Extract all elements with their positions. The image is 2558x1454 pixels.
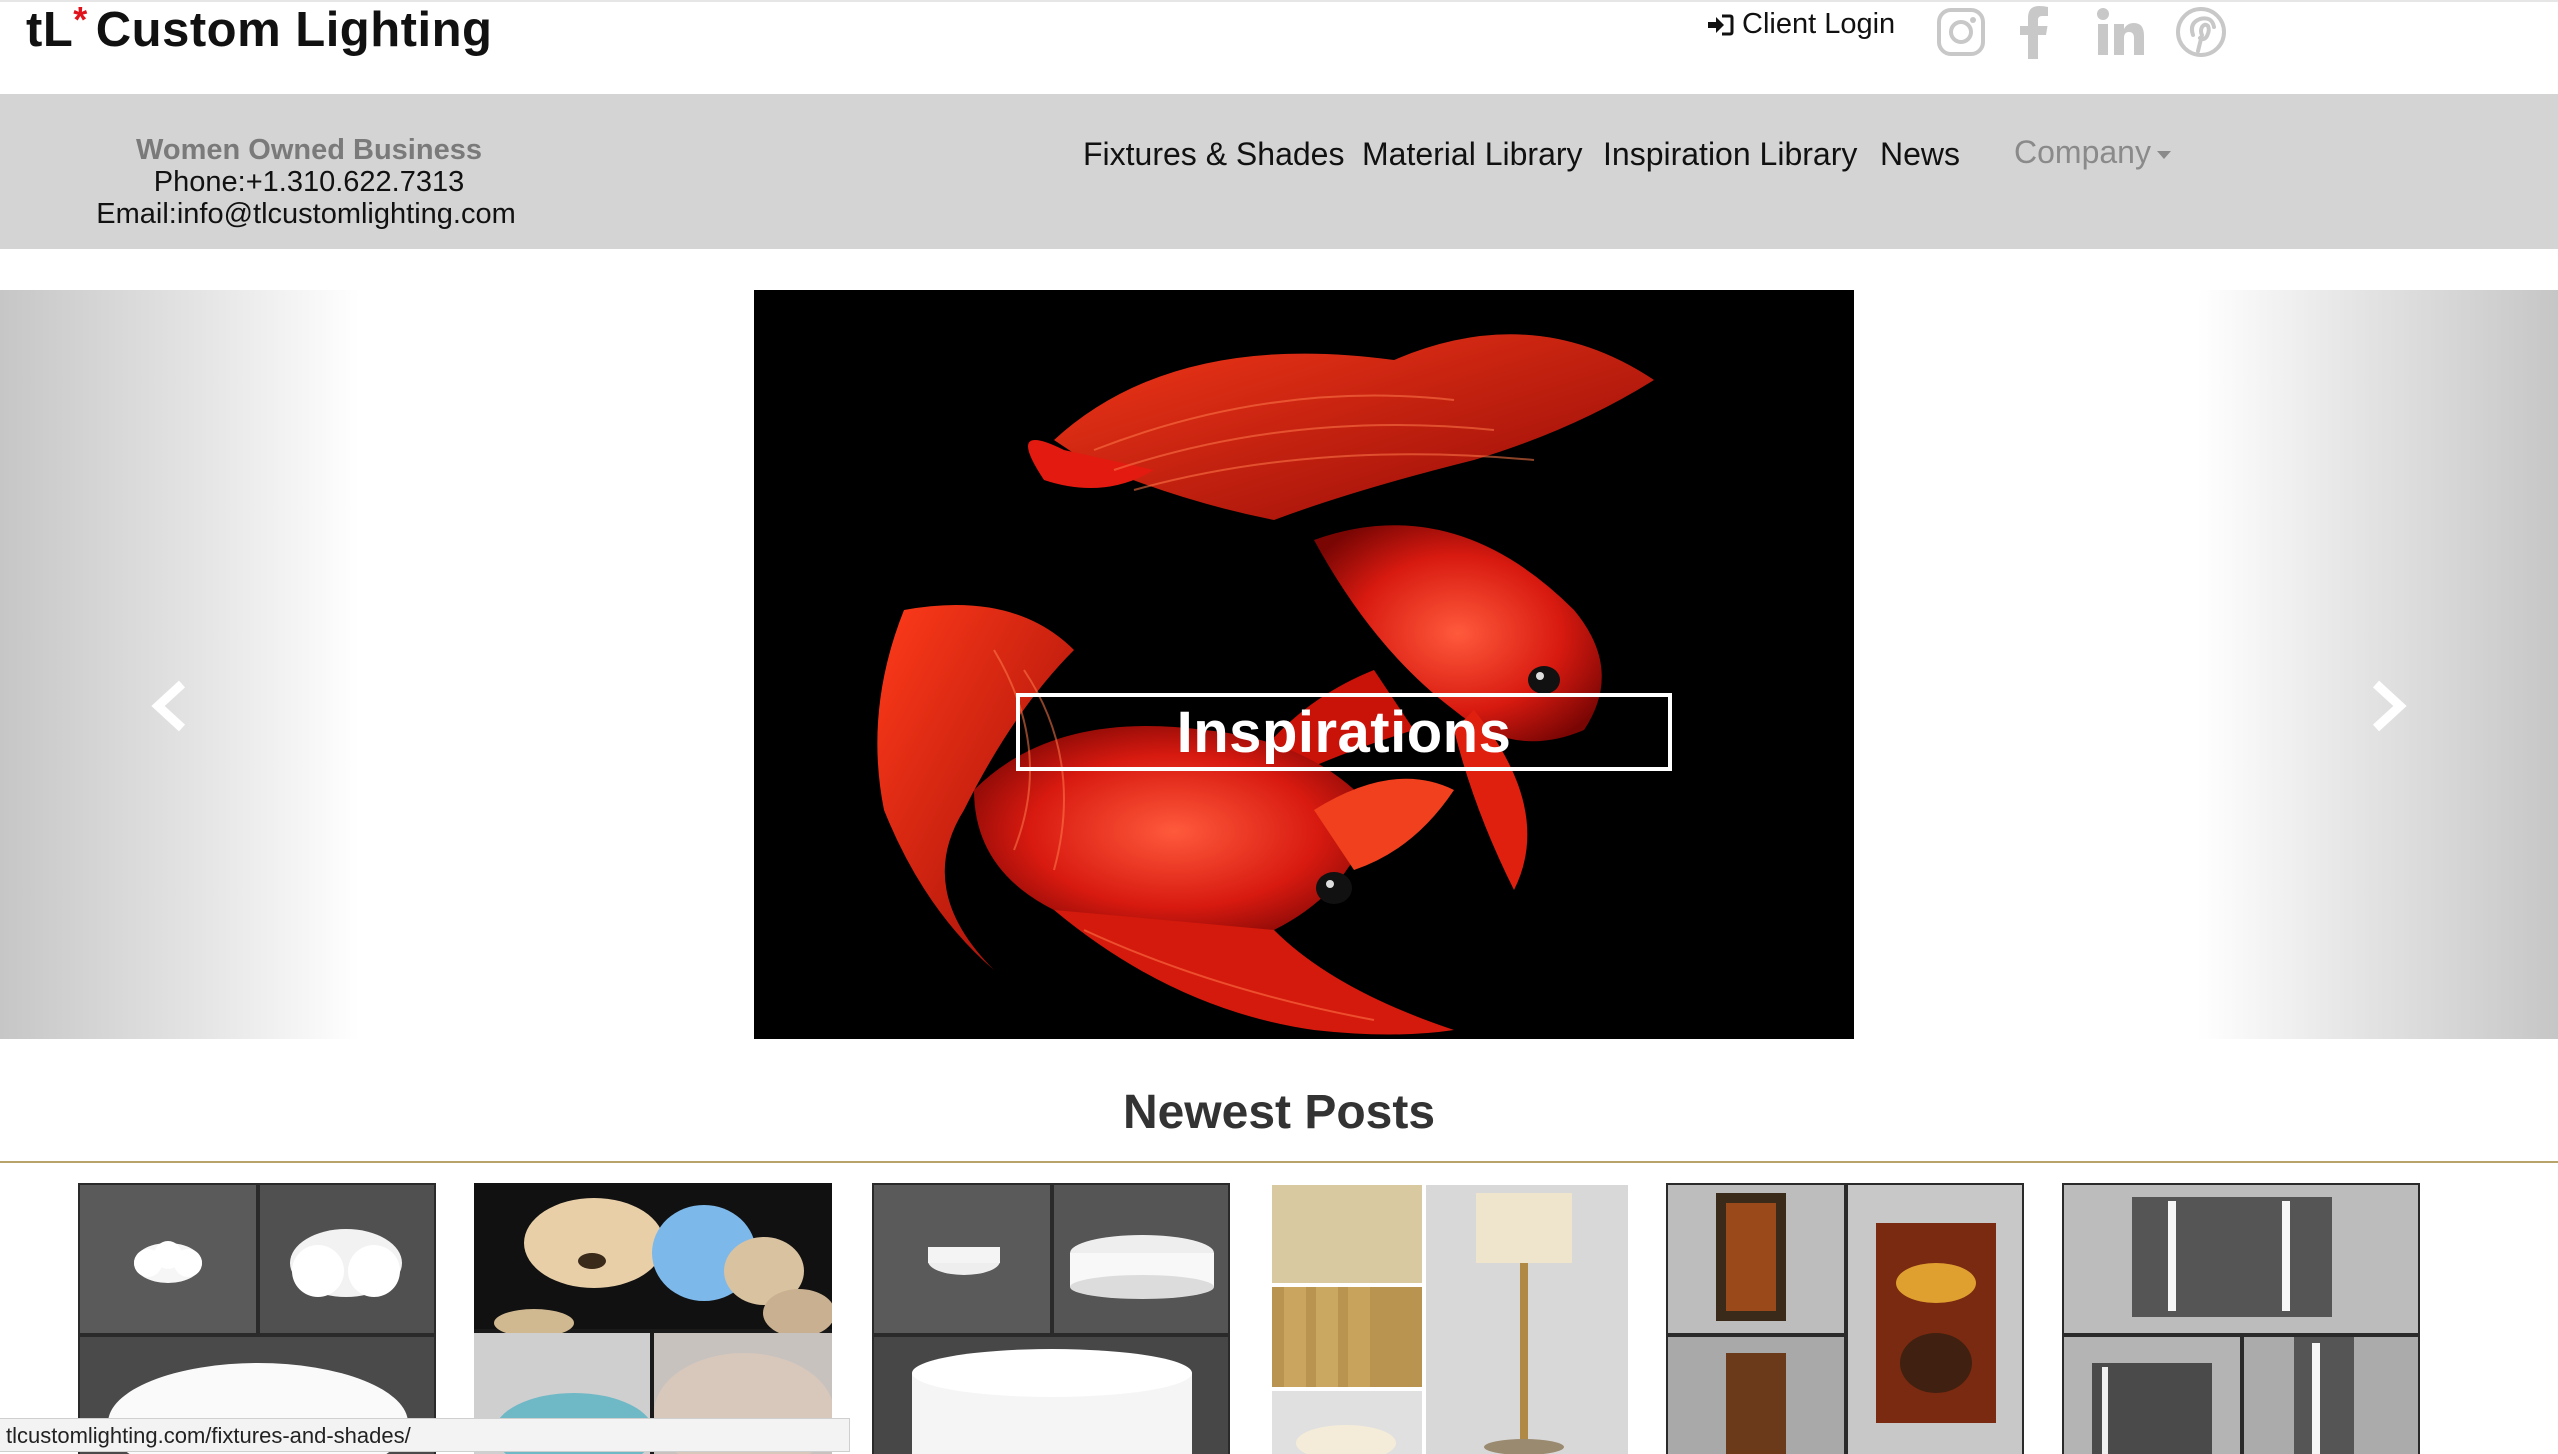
- linkedin-icon[interactable]: [2094, 2, 2148, 62]
- nav-news[interactable]: News: [1880, 136, 1960, 173]
- ceiling-fixture-image: [78, 1183, 436, 1454]
- backlit-panel-image: [1666, 1183, 2024, 1454]
- post-thumbnail[interactable]: [1666, 1183, 2024, 1454]
- carousel-caption-button[interactable]: Inspirations: [1016, 693, 1672, 771]
- logo-name: Custom Lighting: [95, 3, 493, 57]
- nav-news-label[interactable]: News: [1880, 136, 1960, 173]
- carousel-next-button[interactable]: [2198, 290, 2558, 1039]
- browser-status-bar: tlcustomlighting.com/fixtures-and-shades…: [0, 1418, 850, 1452]
- nav-fixtures-shades[interactable]: Fixtures & Shades: [1083, 136, 1344, 173]
- drum-fixture-image: [872, 1183, 1230, 1454]
- sign-in-icon: [1708, 14, 1734, 35]
- betta-fish-image: [754, 290, 1854, 1039]
- nav-material-library-label[interactable]: Material Library: [1362, 136, 1583, 173]
- company-dropdown[interactable]: Company: [2014, 134, 2171, 171]
- hero-carousel: Inspirations: [0, 290, 2558, 1039]
- client-login-link[interactable]: Client Login: [1706, 8, 1895, 41]
- logo-prefix: tL: [26, 3, 74, 57]
- carousel-prev-button[interactable]: [0, 290, 360, 1039]
- site-logo[interactable]: tL* Custom Lighting: [26, 0, 493, 62]
- post-thumbnail[interactable]: [78, 1183, 436, 1454]
- carousel-caption: Inspirations: [1176, 699, 1512, 765]
- main-navbar: Women Owned Business Phone:+1.310.622.73…: [0, 94, 2558, 249]
- lantern-shades-image: [474, 1183, 832, 1454]
- chevron-left-icon: [151, 680, 186, 732]
- newest-posts-heading: Newest Posts: [1122, 1086, 1436, 1139]
- company-label: Company: [2014, 134, 2151, 170]
- bamboo-lamp-image: [1270, 1183, 1628, 1454]
- nav-inspiration-library[interactable]: Inspiration Library: [1603, 136, 1857, 173]
- nav-fixtures-shades-label[interactable]: Fixtures & Shades: [1083, 136, 1344, 173]
- caret-down-icon: [2156, 150, 2171, 159]
- instagram-icon[interactable]: [1934, 2, 1988, 62]
- post-thumbnail[interactable]: [2062, 1183, 2420, 1454]
- top-bar: tL* Custom Lighting Client Login: [0, 0, 2558, 96]
- post-thumbnail[interactable]: [1270, 1183, 1628, 1454]
- client-login-label: Client Login: [1742, 8, 1896, 40]
- logo-asterisk: *: [73, 0, 88, 40]
- nav-inspiration-library-label[interactable]: Inspiration Library: [1603, 136, 1857, 173]
- status-url: tlcustomlighting.com/fixtures-and-shades…: [6, 1423, 411, 1448]
- contact-info: Women Owned Business Phone:+1.310.622.73…: [84, 134, 534, 230]
- facebook-icon[interactable]: [2016, 2, 2052, 62]
- women-owned-tagline: Women Owned Business: [136, 134, 482, 166]
- phone-number[interactable]: Phone:+1.310.622.7313: [84, 166, 534, 198]
- chevron-right-icon: [2372, 680, 2407, 732]
- post-thumbnail[interactable]: [872, 1183, 1230, 1454]
- posts-divider: [0, 1161, 2558, 1163]
- mirror-cabinet-image: [2062, 1183, 2420, 1454]
- nav-material-library[interactable]: Material Library: [1362, 136, 1583, 173]
- email-address[interactable]: Email:info@tlcustomlighting.com: [81, 198, 531, 230]
- post-thumbnail[interactable]: [474, 1183, 832, 1454]
- carousel-slide[interactable]: Inspirations: [754, 290, 1854, 1039]
- pinterest-icon[interactable]: [2174, 2, 2228, 62]
